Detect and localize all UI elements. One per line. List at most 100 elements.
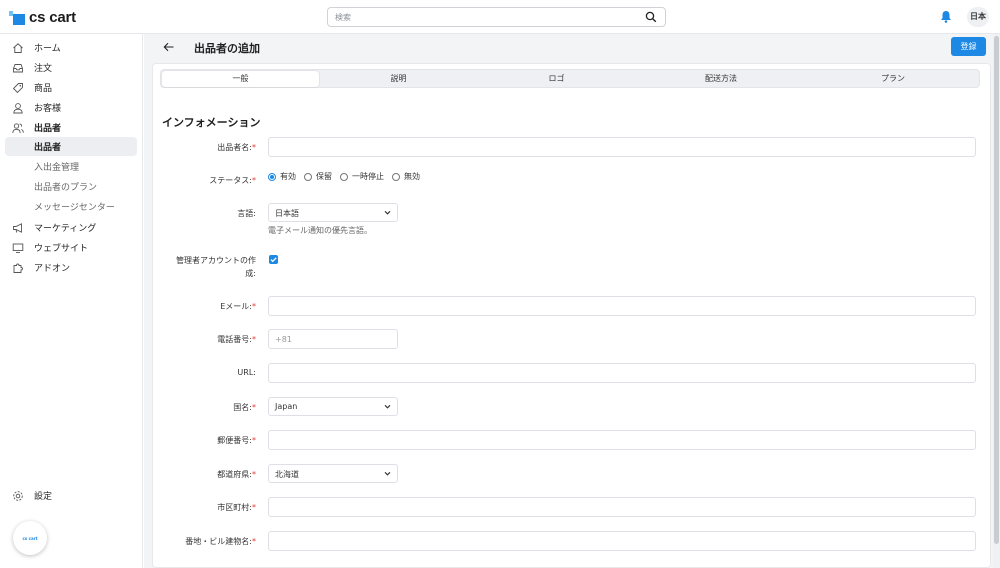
tag-icon xyxy=(12,82,23,93)
language-switcher[interactable]: 日本 xyxy=(967,7,989,27)
storefront-badge-text: cs cart xyxy=(22,535,38,541)
section-title: インフォメーション xyxy=(162,116,261,129)
sidebar-subitem-accounting[interactable]: 入出金管理 xyxy=(5,157,137,176)
chevron-down-icon xyxy=(384,210,391,215)
sidebar: ホーム 注文 商品 お客様 出品者 出品者 入出金管理 出品者のプラン メッセー… xyxy=(0,34,143,568)
tab-logo[interactable]: ロゴ xyxy=(478,71,635,87)
top-bar: cs cart 検索 日本 xyxy=(0,0,1000,34)
country-select[interactable]: Japan xyxy=(268,397,398,416)
sidebar-subitem-label: 出品者のプラン xyxy=(34,183,98,193)
state-label: 都道府県:* xyxy=(217,470,256,479)
radio-icon xyxy=(392,172,400,181)
logo-text: cs cart xyxy=(29,9,76,26)
back-arrow-icon[interactable] xyxy=(162,40,176,54)
user-icon xyxy=(13,102,23,113)
language-label: 言語: xyxy=(237,209,256,218)
puzzle-icon xyxy=(13,263,23,273)
search-input[interactable]: 検索 xyxy=(327,7,666,27)
monitor-icon xyxy=(12,243,24,253)
logo[interactable]: cs cart xyxy=(9,9,76,26)
sidebar-item-label: お客様 xyxy=(34,104,62,114)
status-radio-suspended[interactable]: 一時停止 xyxy=(340,171,384,182)
zip-label: 郵便番号:* xyxy=(217,436,256,445)
tab-plan[interactable]: プラン xyxy=(807,71,979,87)
address-field[interactable] xyxy=(268,531,976,551)
chevron-down-icon xyxy=(384,471,391,476)
radio-icon xyxy=(304,172,312,181)
sidebar-subitem-message-center[interactable]: メッセージセンター xyxy=(5,197,137,216)
sidebar-subitem-label: メッセージセンター xyxy=(34,203,115,213)
status-radio-disabled[interactable]: 無効 xyxy=(392,171,420,182)
status-radio-pending[interactable]: 保留 xyxy=(304,171,332,182)
sidebar-item-label: ホーム xyxy=(34,44,61,54)
sidebar-item-label: 設定 xyxy=(34,492,53,502)
country-label: 国名:* xyxy=(233,403,256,412)
sidebar-item-website[interactable]: ウェブサイト xyxy=(5,238,137,257)
tab-general[interactable]: 一般 xyxy=(162,71,319,87)
tab-description[interactable]: 説明 xyxy=(320,71,477,87)
sidebar-item-customers[interactable]: お客様 xyxy=(5,98,137,117)
megaphone-icon xyxy=(13,222,22,233)
chevron-down-icon xyxy=(384,404,391,409)
form-panel: 一般 説明 ロゴ 配送方法 プラン インフォメーション 出品者名:* ステータス… xyxy=(152,63,991,568)
city-label: 市区町村:* xyxy=(217,503,256,512)
phone-placeholder: +81 xyxy=(275,335,292,344)
vendor-name-label: 出品者名:* xyxy=(217,143,256,152)
country-select-value: Japan xyxy=(275,402,298,411)
sidebar-item-label: ウェブサイト xyxy=(34,244,89,254)
tab-bar: 一般 説明 ロゴ 配送方法 プラン xyxy=(160,69,980,88)
storefront-badge[interactable]: cs cart xyxy=(13,521,47,555)
sidebar-item-vendors[interactable]: 出品者 xyxy=(5,118,137,137)
sidebar-item-label: 商品 xyxy=(34,84,53,94)
sidebar-item-label: アドオン xyxy=(34,264,71,274)
status-radio-active[interactable]: 有効 xyxy=(268,171,296,182)
sidebar-subitem-vendor-plans[interactable]: 出品者のプラン xyxy=(5,177,137,196)
sidebar-item-addons[interactable]: アドオン xyxy=(5,258,137,277)
checkmark-icon xyxy=(270,257,277,263)
radio-icon xyxy=(340,172,348,181)
scrollbar-thumb[interactable] xyxy=(994,36,999,544)
phone-label: 電話番号:* xyxy=(217,335,256,344)
main-content: 出品者の追加 登録 一般 説明 ロゴ 配送方法 プラン インフォメーション 出品… xyxy=(144,34,1000,568)
sidebar-subitem-vendors[interactable]: 出品者 xyxy=(5,137,137,156)
bell-icon[interactable] xyxy=(940,10,952,23)
city-field[interactable] xyxy=(268,497,976,517)
language-select[interactable]: 日本語 xyxy=(268,203,398,222)
search-icon[interactable] xyxy=(645,11,657,23)
email-label: Eメール:* xyxy=(220,302,256,311)
state-select-value: 北海道 xyxy=(275,470,299,479)
page-title: 出品者の追加 xyxy=(194,42,260,55)
sidebar-item-label: 出品者 xyxy=(34,124,62,134)
save-button[interactable]: 登録 xyxy=(951,37,986,56)
sidebar-item-settings[interactable]: 設定 xyxy=(5,486,137,505)
sidebar-subitem-label: 出品者 xyxy=(34,143,62,153)
sidebar-item-label: 注文 xyxy=(34,64,53,74)
tab-shipping[interactable]: 配送方法 xyxy=(636,71,806,87)
vendor-name-field[interactable] xyxy=(268,137,976,157)
phone-field[interactable]: +81 xyxy=(268,329,398,349)
inbox-icon xyxy=(13,63,23,72)
create-account-checkbox[interactable] xyxy=(269,255,278,264)
sidebar-item-orders[interactable]: 注文 xyxy=(5,58,137,77)
home-icon xyxy=(13,42,23,53)
gear-icon xyxy=(13,490,23,501)
sidebar-item-label: マーケティング xyxy=(34,224,97,234)
url-field[interactable] xyxy=(268,363,976,383)
sidebar-item-products[interactable]: 商品 xyxy=(5,78,137,97)
users-icon xyxy=(12,122,24,133)
language-help-text: 電子メール通知の優先言語。 xyxy=(268,226,372,235)
state-select[interactable]: 北海道 xyxy=(268,464,398,483)
create-account-label: 管理者アカウントの作 成: xyxy=(176,256,256,278)
sidebar-item-home[interactable]: ホーム xyxy=(5,38,137,57)
search-placeholder: 検索 xyxy=(335,13,351,22)
radio-icon xyxy=(268,172,276,181)
status-radio-group: 有効 保留 一時停止 無効 xyxy=(268,171,428,182)
sidebar-subitem-label: 入出金管理 xyxy=(34,163,80,173)
email-field[interactable] xyxy=(268,296,976,316)
logo-icon xyxy=(9,10,25,25)
page-scrollbar[interactable] xyxy=(993,34,1000,568)
sidebar-item-marketing[interactable]: マーケティング xyxy=(5,218,137,237)
language-select-value: 日本語 xyxy=(275,209,299,218)
zip-field[interactable] xyxy=(268,430,976,450)
address-label: 番地・ビル建物名:* xyxy=(185,537,256,546)
